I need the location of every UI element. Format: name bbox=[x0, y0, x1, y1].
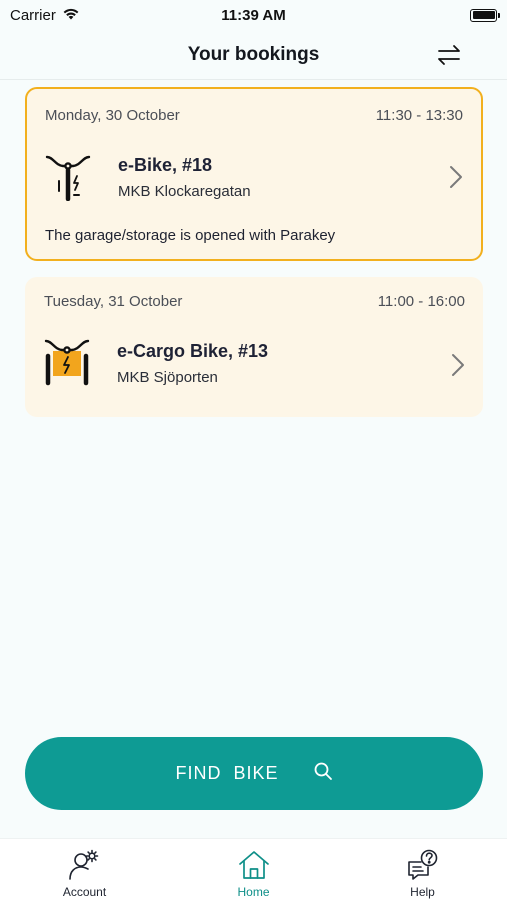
e-bike-icon bbox=[45, 151, 91, 202]
tab-label: Home bbox=[237, 885, 270, 899]
tab-home[interactable]: Home bbox=[169, 839, 338, 900]
battery-level bbox=[472, 11, 495, 19]
status-left: Carrier bbox=[10, 7, 80, 24]
swap-arrows-icon[interactable] bbox=[435, 42, 463, 68]
tab-bar: Account Home Help bbox=[0, 838, 507, 900]
booking-time: 11:00 - 16:00 bbox=[377, 293, 465, 310]
carrier-label: Carrier bbox=[10, 6, 56, 24]
header: Your bookings bbox=[0, 30, 507, 80]
booking-date: Monday, 30 October bbox=[45, 107, 180, 124]
chevron-right-icon bbox=[449, 165, 463, 189]
account-settings-icon bbox=[68, 848, 102, 882]
battery-icon bbox=[470, 8, 500, 22]
e-cargo-bike-icon bbox=[44, 337, 90, 387]
bike-location: MKB Sjöporten bbox=[117, 369, 218, 386]
bike-name: e-Bike, #18 bbox=[118, 155, 213, 175]
help-chat-icon bbox=[406, 848, 440, 882]
find-bike-label: FIND BIKE bbox=[175, 763, 279, 783]
home-icon bbox=[237, 848, 271, 882]
booking-note: The garage/storage is opened with Parake… bbox=[45, 227, 336, 244]
bike-name: e-Cargo Bike, #13 bbox=[117, 341, 269, 361]
wifi-icon bbox=[62, 7, 80, 24]
chevron-right-icon bbox=[451, 353, 465, 377]
booking-card-2[interactable]: Tuesday, 31 October 11:00 - 16:00 e-Carg… bbox=[25, 277, 483, 417]
status-bar: Carrier 11:39 AM bbox=[0, 0, 507, 30]
tab-label: Account bbox=[62, 885, 107, 899]
booking-card-1[interactable]: Monday, 30 October 11:30 - 13:30 e-Bike,… bbox=[25, 87, 483, 261]
tab-account[interactable]: Account bbox=[0, 839, 169, 900]
booking-time: 11:30 - 13:30 bbox=[375, 107, 463, 124]
page-title: Your bookings bbox=[187, 43, 320, 65]
booking-date: Tuesday, 31 October bbox=[44, 293, 183, 310]
tab-help[interactable]: Help bbox=[338, 839, 507, 900]
tab-label: Help bbox=[410, 885, 435, 899]
bike-location: MKB Klockaregatan bbox=[118, 183, 251, 200]
find-bike-button[interactable]: FIND BIKE bbox=[25, 737, 483, 810]
search-icon bbox=[313, 761, 333, 786]
